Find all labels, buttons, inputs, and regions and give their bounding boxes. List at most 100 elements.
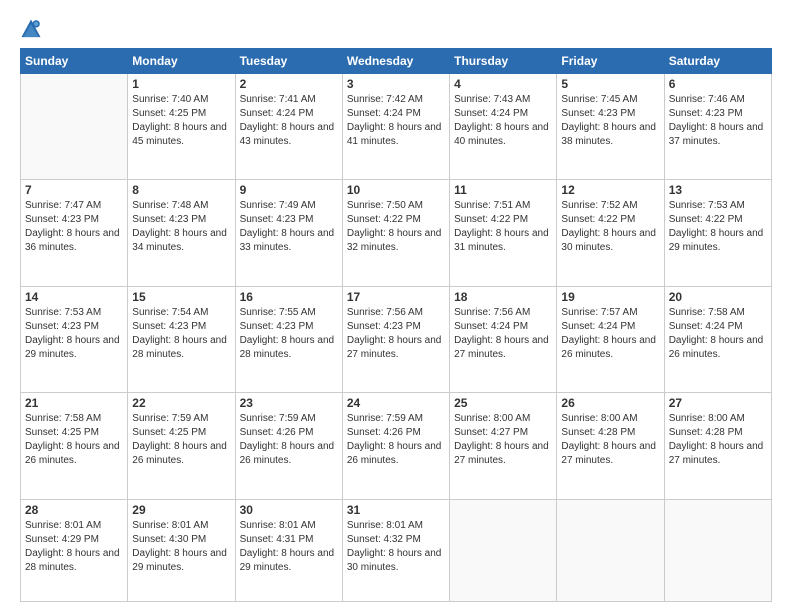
calendar-week-5: 28 Sunrise: 8:01 AMSunset: 4:29 PMDayligh… (21, 499, 772, 602)
cell-info: Sunrise: 8:00 AMSunset: 4:27 PMDaylight:… (454, 412, 552, 468)
cell-info: Sunrise: 7:56 AMSunset: 4:24 PMDaylight:… (454, 306, 552, 362)
day-number: 24 (347, 396, 445, 410)
calendar-cell (557, 499, 664, 602)
calendar-cell (450, 499, 557, 602)
cell-info: Sunrise: 7:41 AMSunset: 4:24 PMDaylight:… (240, 93, 338, 149)
cell-info: Sunrise: 8:00 AMSunset: 4:28 PMDaylight:… (669, 412, 767, 468)
day-number: 30 (240, 503, 338, 517)
day-number: 2 (240, 77, 338, 91)
calendar-cell: 9 Sunrise: 7:49 AMSunset: 4:23 PMDaylight… (235, 180, 342, 286)
calendar-cell: 8 Sunrise: 7:48 AMSunset: 4:23 PMDaylight… (128, 180, 235, 286)
calendar-cell: 5 Sunrise: 7:45 AMSunset: 4:23 PMDaylight… (557, 74, 664, 180)
calendar-cell (21, 74, 128, 180)
day-number: 29 (132, 503, 230, 517)
calendar-cell (664, 499, 771, 602)
calendar-cell: 18 Sunrise: 7:56 AMSunset: 4:24 PMDayligh… (450, 286, 557, 392)
day-number: 11 (454, 183, 552, 197)
calendar-cell: 28 Sunrise: 8:01 AMSunset: 4:29 PMDayligh… (21, 499, 128, 602)
day-number: 4 (454, 77, 552, 91)
calendar-cell: 26Sunrise: 8:00 AMSunset: 4:28 PMDayligh… (557, 393, 664, 499)
calendar-cell: 23 Sunrise: 7:59 AMSunset: 4:26 PMDayligh… (235, 393, 342, 499)
calendar-cell: 21 Sunrise: 7:58 AMSunset: 4:25 PMDayligh… (21, 393, 128, 499)
calendar-cell: 19 Sunrise: 7:57 AMSunset: 4:24 PMDayligh… (557, 286, 664, 392)
cell-info: Sunrise: 7:59 AMSunset: 4:25 PMDaylight:… (132, 412, 230, 468)
cell-info: Sunrise: 7:43 AMSunset: 4:24 PMDaylight:… (454, 93, 552, 149)
page: SundayMondayTuesdayWednesdayThursdayFrid… (0, 0, 792, 612)
day-number: 23 (240, 396, 338, 410)
calendar-cell: 7 Sunrise: 7:47 AMSunset: 4:23 PMDaylight… (21, 180, 128, 286)
calendar-week-4: 21 Sunrise: 7:58 AMSunset: 4:25 PMDayligh… (21, 393, 772, 499)
day-number: 18 (454, 290, 552, 304)
day-number: 31 (347, 503, 445, 517)
calendar-cell: 2 Sunrise: 7:41 AMSunset: 4:24 PMDaylight… (235, 74, 342, 180)
cell-info: Sunrise: 7:49 AMSunset: 4:23 PMDaylight:… (240, 199, 338, 255)
cell-info: Sunrise: 7:45 AMSunset: 4:23 PMDaylight:… (561, 93, 659, 149)
cell-info: Sunrise: 7:56 AMSunset: 4:23 PMDaylight:… (347, 306, 445, 362)
cell-info: Sunrise: 7:50 AMSunset: 4:22 PMDaylight:… (347, 199, 445, 255)
weekday-header-friday: Friday (557, 49, 664, 74)
logo (20, 18, 48, 40)
cell-info: Sunrise: 8:01 AMSunset: 4:32 PMDaylight:… (347, 519, 445, 575)
calendar-cell: 16 Sunrise: 7:55 AMSunset: 4:23 PMDayligh… (235, 286, 342, 392)
weekday-header-tuesday: Tuesday (235, 49, 342, 74)
cell-info: Sunrise: 7:53 AMSunset: 4:23 PMDaylight:… (25, 306, 123, 362)
calendar-cell: 27Sunrise: 8:00 AMSunset: 4:28 PMDayligh… (664, 393, 771, 499)
day-number: 22 (132, 396, 230, 410)
cell-info: Sunrise: 7:54 AMSunset: 4:23 PMDaylight:… (132, 306, 230, 362)
cell-info: Sunrise: 7:57 AMSunset: 4:24 PMDaylight:… (561, 306, 659, 362)
calendar-week-1: 1 Sunrise: 7:40 AMSunset: 4:25 PMDaylight… (21, 74, 772, 180)
day-number: 9 (240, 183, 338, 197)
calendar-cell: 30 Sunrise: 8:01 AMSunset: 4:31 PMDayligh… (235, 499, 342, 602)
day-number: 25 (454, 396, 552, 410)
day-number: 8 (132, 183, 230, 197)
day-number: 12 (561, 183, 659, 197)
cell-info: Sunrise: 7:58 AMSunset: 4:24 PMDaylight:… (669, 306, 767, 362)
calendar-cell: 15Sunrise: 7:54 AMSunset: 4:23 PMDayligh… (128, 286, 235, 392)
day-number: 3 (347, 77, 445, 91)
cell-info: Sunrise: 7:59 AMSunset: 4:26 PMDaylight:… (240, 412, 338, 468)
calendar-cell: 17 Sunrise: 7:56 AMSunset: 4:23 PMDayligh… (342, 286, 449, 392)
cell-info: Sunrise: 8:01 AMSunset: 4:29 PMDaylight:… (25, 519, 123, 575)
cell-info: Sunrise: 7:48 AMSunset: 4:23 PMDaylight:… (132, 199, 230, 255)
day-number: 21 (25, 396, 123, 410)
calendar-cell: 31 Sunrise: 8:01 AMSunset: 4:32 PMDayligh… (342, 499, 449, 602)
calendar-cell: 22 Sunrise: 7:59 AMSunset: 4:25 PMDayligh… (128, 393, 235, 499)
calendar-table: SundayMondayTuesdayWednesdayThursdayFrid… (20, 48, 772, 602)
cell-info: Sunrise: 8:00 AMSunset: 4:28 PMDaylight:… (561, 412, 659, 468)
calendar-cell: 1 Sunrise: 7:40 AMSunset: 4:25 PMDaylight… (128, 74, 235, 180)
cell-info: Sunrise: 8:01 AMSunset: 4:31 PMDaylight:… (240, 519, 338, 575)
weekday-header-thursday: Thursday (450, 49, 557, 74)
weekday-header-monday: Monday (128, 49, 235, 74)
day-number: 17 (347, 290, 445, 304)
day-number: 6 (669, 77, 767, 91)
day-number: 7 (25, 183, 123, 197)
calendar-week-3: 14Sunrise: 7:53 AMSunset: 4:23 PMDayligh… (21, 286, 772, 392)
calendar-cell: 29 Sunrise: 8:01 AMSunset: 4:30 PMDayligh… (128, 499, 235, 602)
day-number: 28 (25, 503, 123, 517)
cell-info: Sunrise: 7:52 AMSunset: 4:22 PMDaylight:… (561, 199, 659, 255)
day-number: 10 (347, 183, 445, 197)
cell-info: Sunrise: 7:47 AMSunset: 4:23 PMDaylight:… (25, 199, 123, 255)
day-number: 5 (561, 77, 659, 91)
cell-info: Sunrise: 8:01 AMSunset: 4:30 PMDaylight:… (132, 519, 230, 575)
weekday-header-sunday: Sunday (21, 49, 128, 74)
calendar-cell: 13 Sunrise: 7:53 AMSunset: 4:22 PMDayligh… (664, 180, 771, 286)
calendar-cell: 24Sunrise: 7:59 AMSunset: 4:26 PMDayligh… (342, 393, 449, 499)
calendar-cell: 20Sunrise: 7:58 AMSunset: 4:24 PMDayligh… (664, 286, 771, 392)
calendar-cell: 14Sunrise: 7:53 AMSunset: 4:23 PMDayligh… (21, 286, 128, 392)
cell-info: Sunrise: 7:51 AMSunset: 4:22 PMDaylight:… (454, 199, 552, 255)
header (20, 18, 772, 40)
cell-info: Sunrise: 7:40 AMSunset: 4:25 PMDaylight:… (132, 93, 230, 149)
calendar-week-2: 7 Sunrise: 7:47 AMSunset: 4:23 PMDaylight… (21, 180, 772, 286)
day-number: 1 (132, 77, 230, 91)
cell-info: Sunrise: 7:42 AMSunset: 4:24 PMDaylight:… (347, 93, 445, 149)
calendar-cell: 3 Sunrise: 7:42 AMSunset: 4:24 PMDaylight… (342, 74, 449, 180)
day-number: 13 (669, 183, 767, 197)
cell-info: Sunrise: 7:53 AMSunset: 4:22 PMDaylight:… (669, 199, 767, 255)
cell-info: Sunrise: 7:55 AMSunset: 4:23 PMDaylight:… (240, 306, 338, 362)
logo-icon (20, 18, 42, 40)
day-number: 16 (240, 290, 338, 304)
cell-info: Sunrise: 7:58 AMSunset: 4:25 PMDaylight:… (25, 412, 123, 468)
day-number: 19 (561, 290, 659, 304)
calendar-cell: 6Sunrise: 7:46 AMSunset: 4:23 PMDaylight… (664, 74, 771, 180)
